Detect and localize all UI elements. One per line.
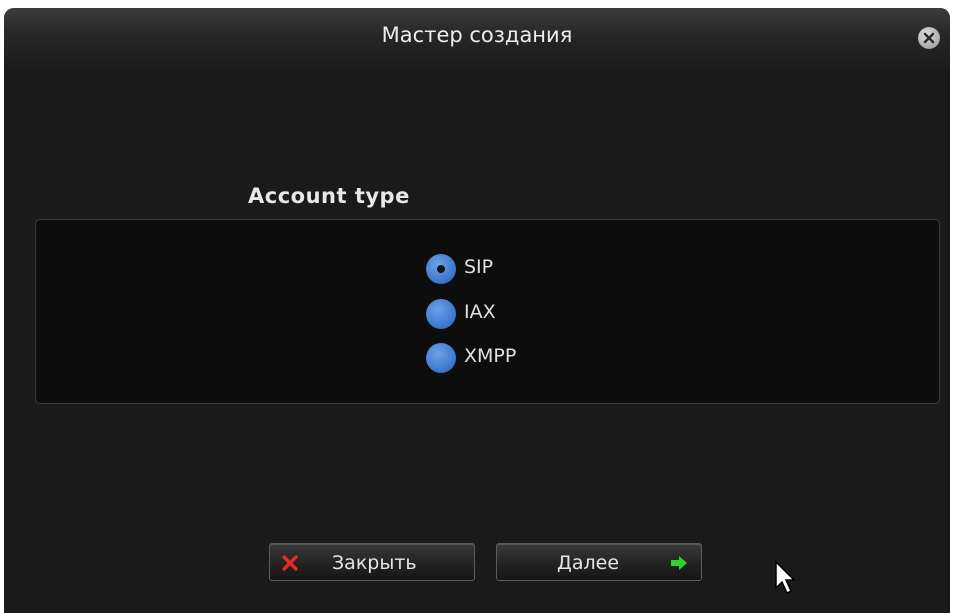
radio-button-iax[interactable] — [426, 299, 456, 329]
account-type-label: Account type — [248, 184, 410, 208]
account-type-group: SIP IAX XMPP — [35, 219, 940, 404]
window-close-button[interactable] — [918, 27, 940, 49]
next-button[interactable]: Далее — [496, 543, 702, 581]
radio-button-xmpp[interactable] — [426, 343, 456, 373]
radio-label-sip: SIP — [464, 256, 494, 278]
green-arrow-right-icon — [671, 556, 687, 570]
window-title: Мастер создания — [381, 23, 573, 47]
red-x-icon — [282, 555, 298, 571]
radio-label-iax: IAX — [464, 301, 496, 323]
close-icon — [923, 32, 935, 44]
title-bar[interactable]: Мастер создания — [4, 8, 950, 70]
close-button-label: Закрыть — [332, 552, 417, 574]
next-button-label: Далее — [557, 552, 620, 574]
radio-button-sip[interactable] — [426, 254, 456, 284]
radio-label-xmpp: XMPP — [464, 345, 517, 367]
wizard-window: Мастер создания Account type SIP IAX XMP… — [4, 8, 950, 613]
mouse-cursor-icon — [775, 560, 796, 595]
close-button[interactable]: Закрыть — [269, 543, 475, 581]
